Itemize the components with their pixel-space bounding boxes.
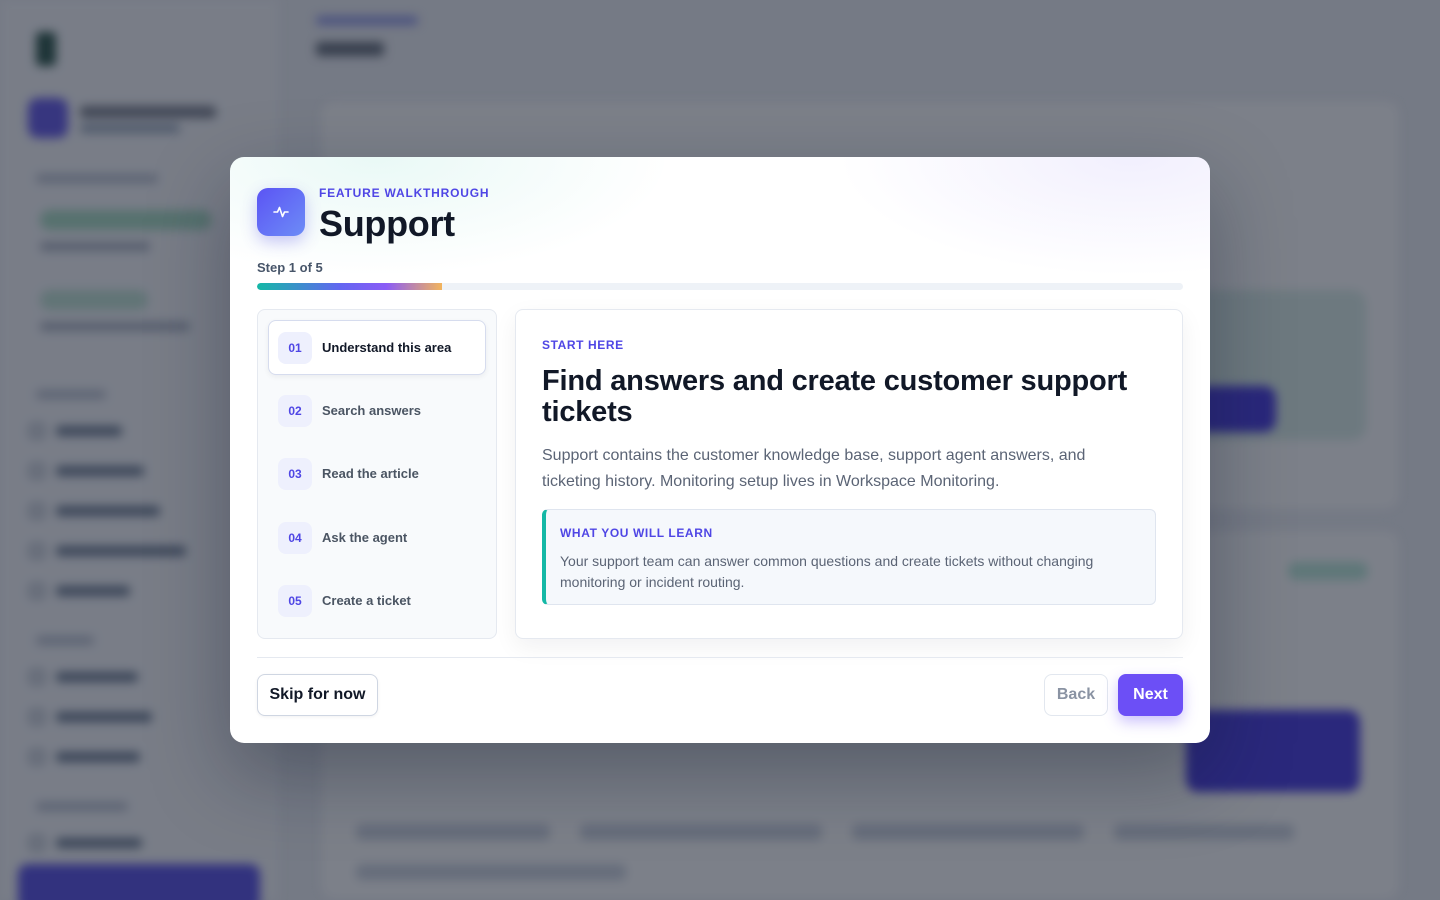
step-number: 01 xyxy=(278,332,312,364)
content-eyebrow: START HERE xyxy=(542,338,624,352)
content-title: Find answers and create customer support… xyxy=(542,365,1128,428)
step-number: 04 xyxy=(278,522,312,554)
step-label: Understand this area xyxy=(322,340,452,355)
step-item-ask-agent[interactable]: 04 Ask the agent xyxy=(268,510,486,565)
next-button[interactable]: Next xyxy=(1118,674,1183,716)
step-label: Create a ticket xyxy=(322,593,411,608)
step-item-read-article[interactable]: 03 Read the article xyxy=(268,446,486,501)
step-label: Ask the agent xyxy=(322,530,408,545)
skip-button[interactable]: Skip for now xyxy=(257,674,378,716)
step-list: 01 Understand this area 02 Search answer… xyxy=(257,309,497,639)
content-description: Support contains the customer knowledge … xyxy=(542,447,1086,490)
step-number: 05 xyxy=(278,585,312,617)
activity-pulse-icon xyxy=(257,188,305,236)
step-indicator: Step 1 of 5 xyxy=(257,260,323,275)
footer-divider xyxy=(257,657,1183,658)
step-item-search[interactable]: 02 Search answers xyxy=(268,383,486,438)
step-number: 03 xyxy=(278,458,312,490)
learn-callout-text: Your support team can answer common ques… xyxy=(560,553,1094,590)
learn-callout-label: WHAT YOU WILL LEARN xyxy=(560,526,713,540)
step-label: Search answers xyxy=(322,403,422,418)
step-label: Read the article xyxy=(322,466,419,481)
walkthrough-modal: FEATURE WALKTHROUGH Support Step 1 of 5 … xyxy=(230,157,1210,743)
step-item-create-ticket[interactable]: 05 Create a ticket xyxy=(268,573,486,628)
step-content-panel: START HERE Find answers and create custo… xyxy=(515,309,1183,639)
walkthrough-progress-bar xyxy=(257,283,1183,290)
learn-callout: WHAT YOU WILL LEARN Your support team ca… xyxy=(542,509,1156,605)
step-number: 02 xyxy=(278,395,312,427)
back-button[interactable]: Back xyxy=(1044,674,1108,716)
modal-title: Support xyxy=(319,203,455,244)
modal-eyebrow: FEATURE WALKTHROUGH xyxy=(319,186,490,200)
step-item-understand[interactable]: 01 Understand this area xyxy=(268,320,486,375)
progress-fill xyxy=(257,283,443,290)
